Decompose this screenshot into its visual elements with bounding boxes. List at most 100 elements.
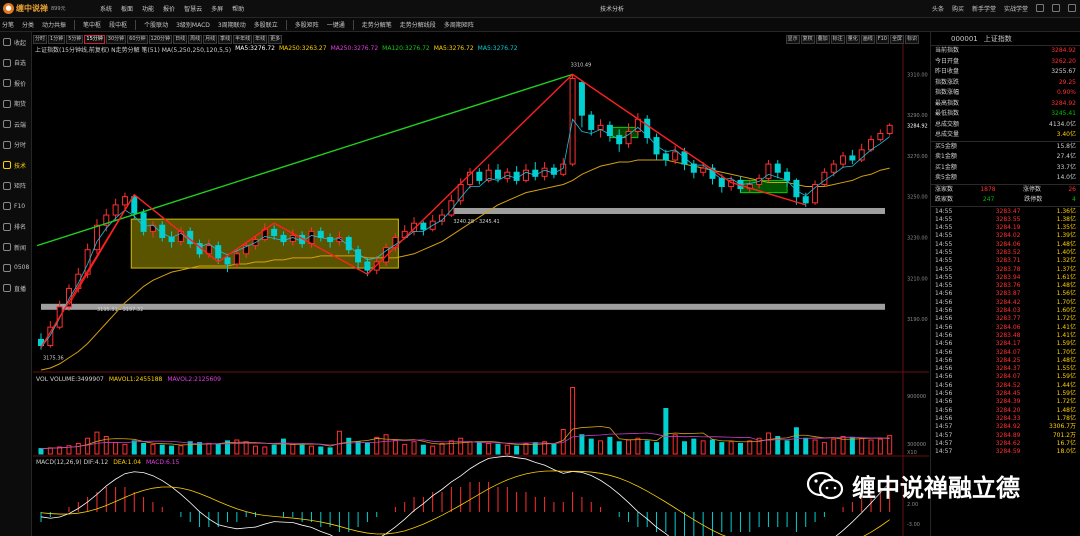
star-icon: [3, 58, 11, 67]
sidebar-item-label: 自选: [14, 60, 27, 68]
toolbar-item-11[interactable]: 走势分解笔: [362, 20, 392, 29]
chart-tool-6[interactable]: F10: [875, 35, 889, 44]
order-row: 买5金额 15.8亿: [931, 142, 1080, 153]
flame-icon: ●: [3, 3, 14, 14]
sidebar-item-8[interactable]: F10: [0, 196, 31, 217]
close-icon[interactable]: [1068, 4, 1076, 12]
chart-area[interactable]: 3310.00 3290.00 3270.00 3250.00 3230.00 3210.…: [33, 32, 929, 536]
sidebar-item-7[interactable]: 矩阵: [0, 176, 31, 197]
quote-key: 最高指数: [935, 99, 960, 107]
sidebar-item-3[interactable]: 期货: [0, 94, 31, 115]
toolbar-item-5[interactable]: 个股联动: [144, 20, 168, 29]
chart-tool-8[interactable]: 标识: [904, 35, 919, 44]
chart-tool-3[interactable]: 标注: [830, 35, 845, 44]
menu-item-6[interactable]: 帮助: [232, 4, 244, 13]
toolbar-item-6[interactable]: 3级别MACD: [176, 20, 210, 29]
volume-bar: [75, 443, 81, 455]
chart-info-ma5b: MA5:3276.72: [433, 45, 474, 52]
period-tab-12[interactable]: 年线: [253, 35, 268, 44]
rank-icon: [3, 222, 11, 231]
period-tab-6[interactable]: 120分钟: [148, 35, 173, 44]
menu-item-3[interactable]: 报价: [163, 4, 175, 13]
macd-value-label: MACD:6.15: [146, 459, 180, 466]
tick-volume: 1.59亿: [1056, 340, 1076, 348]
toolbar-item-4[interactable]: 段中枢: [109, 20, 127, 29]
live-icon: [3, 284, 11, 293]
maximize-icon[interactable]: [1052, 4, 1060, 12]
period-tab-9[interactable]: 月线: [203, 35, 218, 44]
tick-time: 14:56: [935, 348, 953, 356]
period-tab-0[interactable]: 分时: [33, 35, 48, 44]
toolbar-item-13[interactable]: 多周期矩阵: [444, 20, 474, 29]
chart-tool-0[interactable]: 显示: [785, 35, 800, 44]
sidebar-item-10[interactable]: 新闻: [0, 237, 31, 258]
tick-time: 14:57: [935, 448, 953, 456]
volume-bar: [635, 437, 641, 455]
chart-tool-4[interactable]: 量化: [845, 35, 860, 44]
toolbar-item-8[interactable]: 多股联立: [254, 20, 278, 29]
watermark-text: 缠中说禅融立德: [852, 474, 1020, 502]
toolbar-item-9[interactable]: 多股矩阵: [295, 20, 319, 29]
toolbar-item-3[interactable]: 笔中枢: [83, 20, 101, 29]
menu-item-2[interactable]: 功能: [142, 4, 154, 13]
period-tab-7[interactable]: 日线: [173, 35, 188, 44]
app-logo[interactable]: ● 缠中说禅 899元: [0, 3, 100, 14]
tick-row: 14:56 3284.17 1.59亿: [931, 340, 1080, 348]
candle-icon: [3, 161, 11, 170]
menu-item-1[interactable]: 板面: [121, 4, 133, 13]
period-bar: 分时 1分钟 5分钟 15分钟 30分钟 60分钟 120分钟 日线 周线 月线 季线 半年线 年线 更多: [33, 35, 283, 44]
sidebar-item-0[interactable]: 收起: [0, 32, 31, 53]
menu-item-5[interactable]: 多屏: [211, 4, 223, 13]
tick-row: 14:55 3283.47 1.36亿: [931, 208, 1080, 216]
period-tab-2[interactable]: 5分钟: [66, 35, 84, 44]
period-tab-13[interactable]: 更多: [268, 35, 283, 44]
chart-info-title: 上证指数(15分钟线,前复权) N走势分解 笔(51) MA(5,250,250…: [35, 47, 232, 54]
toolbar-item-0[interactable]: 分笔: [2, 20, 14, 29]
toolbar-item-12[interactable]: 走势分解线段: [400, 20, 436, 29]
period-tab-11[interactable]: 半年线: [233, 35, 253, 44]
quote-row: 昨日收盘 3255.67: [931, 67, 1080, 78]
volume-bar: [383, 434, 389, 455]
menu-item-4[interactable]: 智慧云: [184, 4, 202, 13]
right-menu-item-0[interactable]: 头条: [932, 4, 944, 13]
right-menu-item-1[interactable]: 购买: [952, 4, 964, 13]
minimize-icon[interactable]: [1036, 4, 1044, 12]
sidebar-item-4[interactable]: 云端: [0, 114, 31, 135]
period-tab-1[interactable]: 1分钟: [48, 35, 66, 44]
tick-list[interactable]: 14:55 3283.47 1.36亿 14:55 3283.55 1.38亿 14:55 3…: [931, 205, 1080, 457]
sidebar-item-label: 矩阵: [14, 183, 27, 191]
menu-item-0[interactable]: 系统: [100, 4, 112, 13]
breadth-key2: 涨停数: [1022, 185, 1041, 193]
sidebar-item-9[interactable]: 排名: [0, 217, 31, 238]
sidebar-item-1[interactable]: 自选: [0, 53, 31, 74]
period-tab-10[interactable]: 季线: [218, 35, 233, 44]
tick-row: 14:55 3284.02 1.39亿: [931, 232, 1080, 240]
chart-tool-5[interactable]: 画线: [860, 35, 875, 44]
period-tab-3[interactable]: 15分钟: [84, 35, 105, 44]
toolbar-item-10[interactable]: 一键通: [327, 20, 345, 29]
candle-body: [541, 167, 548, 177]
quote-key: 今日开盘: [935, 57, 960, 65]
quote-row: 总成交额 4134.0亿: [931, 120, 1080, 131]
candle-body: [840, 155, 847, 165]
chart-tool-7[interactable]: 全屏: [889, 35, 904, 44]
sidebar-item-5[interactable]: 分时: [0, 135, 31, 156]
period-tab-5[interactable]: 60分钟: [127, 35, 148, 44]
sidebar-item-12[interactable]: 直播: [0, 278, 31, 299]
toolbar-item-2[interactable]: 动力共振: [42, 20, 66, 29]
chart-tool-1[interactable]: 复权: [800, 35, 815, 44]
tick-price: 3283.52: [995, 248, 1021, 256]
period-tab-4[interactable]: 30分钟: [105, 35, 127, 44]
toolbar-item-1[interactable]: 分类: [22, 20, 34, 29]
right-menu-item-2[interactable]: 新手学堂: [972, 4, 996, 13]
toolbar-item-7[interactable]: 3周期联动: [218, 20, 246, 29]
sidebar-item-11[interactable]: 0508: [0, 258, 31, 279]
sidebar-item-2[interactable]: 报价: [0, 73, 31, 94]
period-tab-8[interactable]: 周线: [188, 35, 203, 44]
right-menu-item-3[interactable]: 实战学堂: [1004, 4, 1028, 13]
order-key: 卖5金额: [935, 174, 957, 181]
tick-volume: 701.2万: [1052, 431, 1076, 439]
chart-tool-2[interactable]: 叠加: [815, 35, 830, 44]
sidebar-item-6[interactable]: 技术: [0, 155, 31, 176]
volume-bar: [215, 443, 221, 455]
